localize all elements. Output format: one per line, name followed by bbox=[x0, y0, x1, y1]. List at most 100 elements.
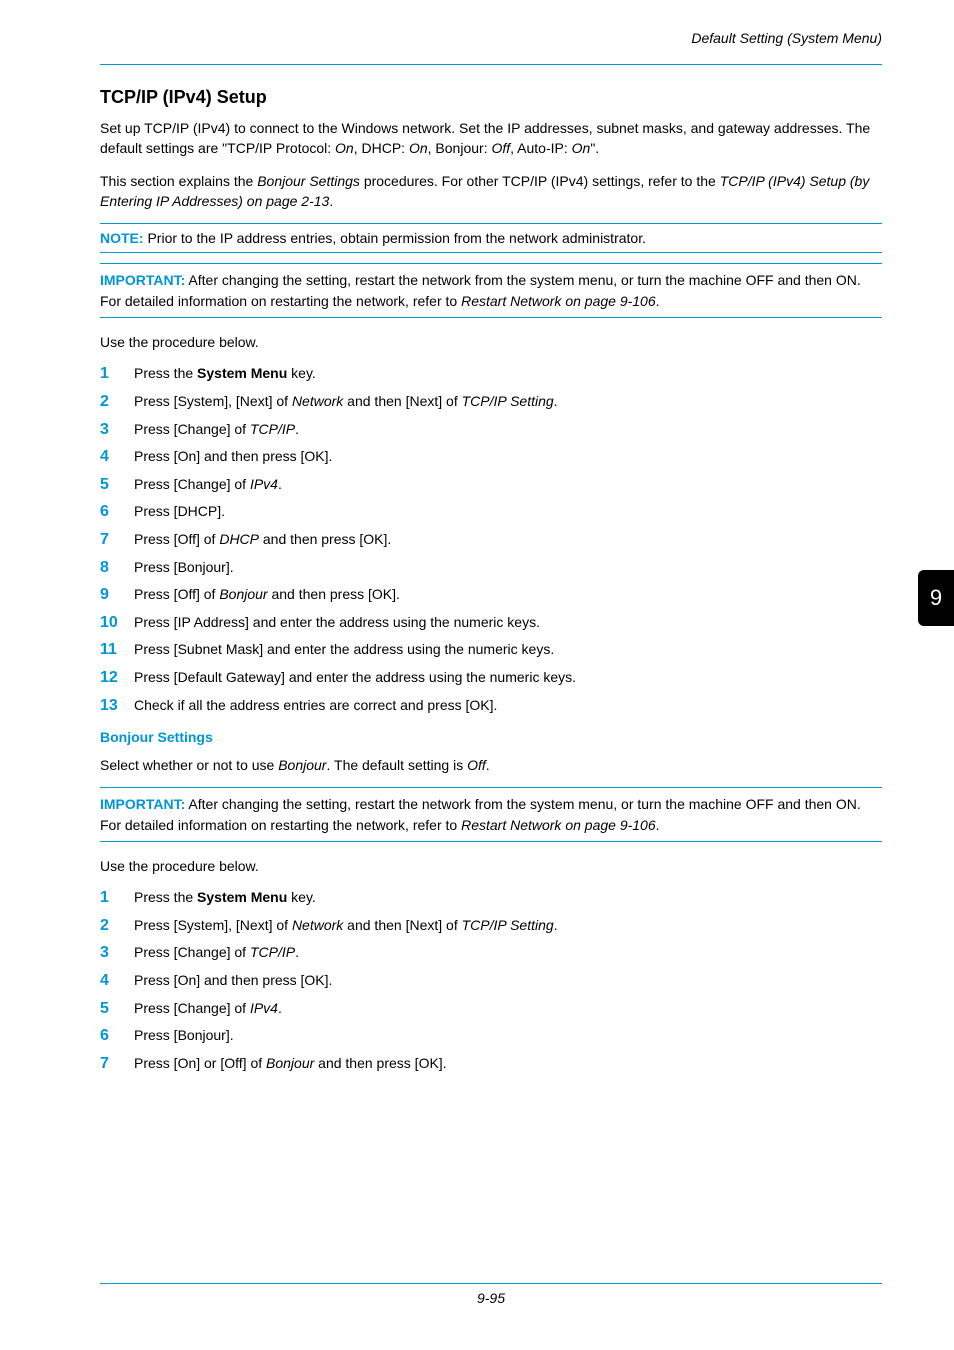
step-number: 4 bbox=[100, 446, 128, 468]
text: Off bbox=[491, 140, 510, 156]
step-number: 9 bbox=[100, 584, 128, 606]
text: procedures. For other TCP/IP (IPv4) sett… bbox=[360, 173, 720, 189]
text: Press [DHCP]. bbox=[134, 503, 225, 519]
step-number: 12 bbox=[100, 667, 128, 689]
note-label: NOTE: bbox=[100, 230, 144, 246]
text: Press [Change] of bbox=[134, 476, 250, 492]
section-title: TCP/IP (IPv4) Setup bbox=[100, 87, 882, 108]
side-tab-number: 9 bbox=[930, 585, 942, 611]
page-number: 9-95 bbox=[100, 1290, 882, 1306]
header-rule bbox=[100, 64, 882, 65]
step: 1Press the System Menu key. bbox=[100, 364, 882, 384]
step-number: 3 bbox=[100, 419, 128, 441]
step-number: 6 bbox=[100, 1025, 128, 1047]
text: DHCP bbox=[219, 531, 259, 547]
text: TCP/IP Setting bbox=[462, 393, 554, 409]
text: Network bbox=[292, 917, 343, 933]
step: 5Press [Change] of IPv4. bbox=[100, 999, 882, 1019]
footer: 9-95 bbox=[0, 1283, 954, 1306]
text: Bonjour bbox=[219, 586, 267, 602]
text: Bonjour bbox=[278, 757, 326, 773]
step-number: 7 bbox=[100, 1053, 128, 1075]
step: 4Press [On] and then press [OK]. bbox=[100, 447, 882, 467]
step-number: 8 bbox=[100, 557, 128, 579]
step-number: 4 bbox=[100, 970, 128, 992]
text: , Auto-IP: bbox=[510, 140, 571, 156]
text: Press [Bonjour]. bbox=[134, 1027, 234, 1043]
text: Press [System], [Next] of bbox=[134, 393, 292, 409]
step: 7 Press [Off] of DHCP and then press [OK]… bbox=[100, 530, 882, 550]
step: 3Press [Change] of TCP/IP. bbox=[100, 420, 882, 440]
steps-list-1: 1Press the System Menu key. 2Press [Syst… bbox=[100, 364, 882, 715]
text: , DHCP: bbox=[354, 140, 409, 156]
step: 13Check if all the address entries are c… bbox=[100, 696, 882, 716]
text: Press [IP Address] and enter the address… bbox=[134, 614, 540, 630]
text: ". bbox=[590, 140, 599, 156]
text: and then press [OK]. bbox=[314, 1055, 446, 1071]
text: System Menu bbox=[197, 889, 287, 905]
text: TCP/IP bbox=[250, 944, 295, 960]
text: . bbox=[329, 193, 333, 209]
text: and then press [OK]. bbox=[259, 531, 391, 547]
step: 5Press [Change] of IPv4. bbox=[100, 475, 882, 495]
text: Check if all the address entries are cor… bbox=[134, 697, 497, 713]
step-number: 5 bbox=[100, 998, 128, 1020]
step: 6 Press [Bonjour]. bbox=[100, 1026, 882, 1046]
step-number: 7 bbox=[100, 529, 128, 551]
bonjour-para: Select whether or not to use Bonjour. Th… bbox=[100, 755, 882, 775]
bonjour-heading: Bonjour Settings bbox=[100, 729, 882, 745]
text: . bbox=[554, 917, 558, 933]
text: Press [Bonjour]. bbox=[134, 559, 234, 575]
text: On bbox=[572, 140, 591, 156]
step: 11Press [Subnet Mask] and enter the addr… bbox=[100, 640, 882, 660]
text: . bbox=[295, 944, 299, 960]
text: Press [Off] of bbox=[134, 531, 219, 547]
text: . bbox=[656, 293, 660, 309]
text: . bbox=[278, 476, 282, 492]
side-tab: 9 bbox=[918, 570, 954, 626]
running-header: Default Setting (System Menu) bbox=[691, 30, 882, 46]
step-number: 2 bbox=[100, 391, 128, 413]
steps-list-2: 1Press the System Menu key. 2 Press [Syst… bbox=[100, 888, 882, 1073]
important-block-2: IMPORTANT: After changing the setting, r… bbox=[100, 787, 882, 842]
text: Press [On] and then press [OK]. bbox=[134, 972, 332, 988]
step: 10 Press [IP Address] and enter the addre… bbox=[100, 613, 882, 633]
text: Press [Subnet Mask] and enter the addres… bbox=[134, 641, 554, 657]
step-number: 10 bbox=[100, 612, 128, 634]
step: 4 Press [On] and then press [OK]. bbox=[100, 971, 882, 991]
step: 1Press the System Menu key. bbox=[100, 888, 882, 908]
step: 6 Press [DHCP]. bbox=[100, 502, 882, 522]
step-number: 6 bbox=[100, 501, 128, 523]
text: . bbox=[278, 1000, 282, 1016]
note-block: NOTE: Prior to the IP address entries, o… bbox=[100, 228, 882, 248]
text: . bbox=[656, 817, 660, 833]
text: and then [Next] of bbox=[343, 393, 461, 409]
step-number: 2 bbox=[100, 915, 128, 937]
intro-para-2: This section explains the Bonjour Settin… bbox=[100, 171, 882, 212]
text: TCP/IP Setting bbox=[462, 917, 554, 933]
text: , Bonjour: bbox=[428, 140, 492, 156]
text: Press [Off] of bbox=[134, 586, 219, 602]
text: Press the bbox=[134, 365, 197, 381]
text: Bonjour Settings bbox=[257, 173, 360, 189]
text: Bonjour bbox=[266, 1055, 314, 1071]
step: 2Press [System], [Next] of Network and t… bbox=[100, 392, 882, 412]
text: . The default setting is bbox=[326, 757, 467, 773]
text: key. bbox=[287, 365, 316, 381]
text: and then [Next] of bbox=[343, 917, 461, 933]
text: This section explains the bbox=[100, 173, 257, 189]
header: Default Setting (System Menu) bbox=[100, 30, 882, 60]
text: Restart Network on page 9-106 bbox=[461, 817, 656, 833]
text: . bbox=[295, 421, 299, 437]
text: On bbox=[335, 140, 354, 156]
step: 3Press [Change] of TCP/IP. bbox=[100, 943, 882, 963]
use-below-2: Use the procedure below. bbox=[100, 856, 882, 876]
text: and then press [OK]. bbox=[268, 586, 400, 602]
text: Select whether or not to use bbox=[100, 757, 278, 773]
step-number: 1 bbox=[100, 363, 128, 385]
text: Press [Default Gateway] and enter the ad… bbox=[134, 669, 576, 685]
text: Press [Change] of bbox=[134, 1000, 250, 1016]
step-number: 3 bbox=[100, 942, 128, 964]
text: Press [System], [Next] of bbox=[134, 917, 292, 933]
step-number: 1 bbox=[100, 887, 128, 909]
